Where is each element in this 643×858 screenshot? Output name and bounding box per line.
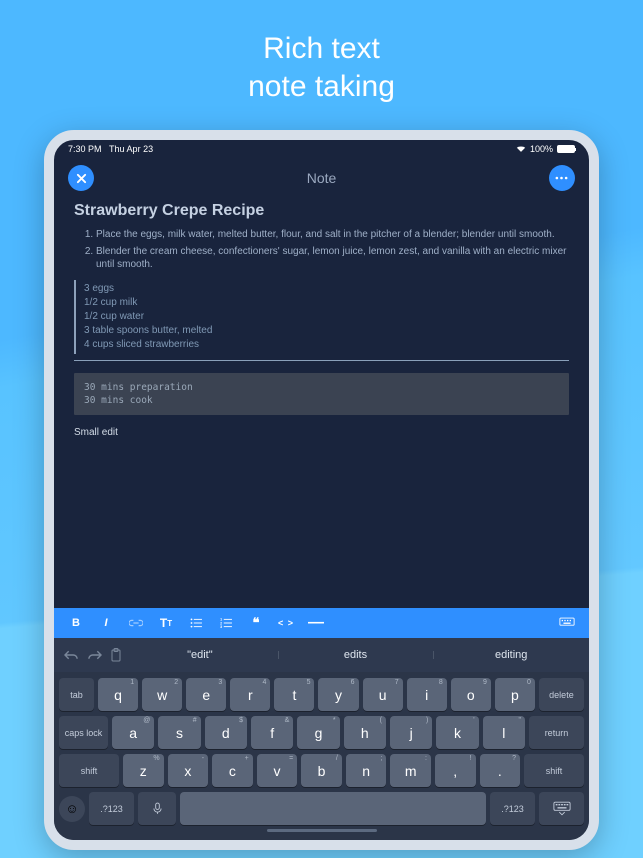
suggestion[interactable]: edits [278, 649, 434, 661]
code-button[interactable]: < > [272, 612, 300, 634]
capslock-key[interactable]: caps lock [59, 716, 108, 749]
link-icon [129, 619, 143, 627]
key-g[interactable]: *g [297, 716, 339, 749]
symbols-key[interactable]: .?123 [490, 792, 535, 825]
mic-key[interactable] [138, 792, 176, 825]
link-button[interactable] [122, 612, 150, 634]
suggestion[interactable]: editing [433, 649, 589, 661]
return-key[interactable]: return [529, 716, 584, 749]
dismiss-keyboard-button[interactable] [553, 612, 581, 634]
horizontal-rule [74, 360, 569, 361]
key-period[interactable]: ?. [480, 754, 521, 787]
key-n[interactable]: ;n [346, 754, 387, 787]
key-m[interactable]: :m [390, 754, 431, 787]
key-q[interactable]: 1q [98, 678, 138, 711]
format-toolbar: B I TT 123 ❝ < > — [54, 608, 589, 638]
key-v[interactable]: =v [257, 754, 298, 787]
ol-button[interactable]: 123 [212, 612, 240, 634]
emoji-button[interactable]: ☺ [59, 796, 85, 822]
battery-icon [557, 145, 575, 153]
undo-icon[interactable] [64, 649, 79, 661]
key-e[interactable]: 3e [186, 678, 226, 711]
keyboard: tab 1q 2w 3e 4r 5t 6y 7u 8i 9o 0p delete… [54, 672, 589, 840]
key-i[interactable]: 8i [407, 678, 447, 711]
page-title: Note [307, 170, 337, 186]
key-comma[interactable]: !, [435, 754, 476, 787]
ordered-list: Place the eggs, milk water, melted butte… [74, 228, 569, 272]
more-icon [555, 176, 568, 180]
list-item: Blender the cream cheese, confectioners'… [96, 245, 569, 272]
shift-key[interactable]: shift [524, 754, 584, 787]
redo-icon[interactable] [87, 649, 102, 661]
key-j[interactable]: )j [390, 716, 432, 749]
textsize-button[interactable]: TT [152, 612, 180, 634]
small-text: Small edit [74, 427, 569, 438]
quote-button[interactable]: ❝ [242, 612, 270, 634]
tab-key[interactable]: tab [59, 678, 94, 711]
tablet-frame: 7:30 PM Thu Apr 23 100% Note Strawberry … [44, 130, 599, 850]
navbar: Note [54, 158, 589, 198]
code-block: 30 mins preparation 30 mins cook [74, 373, 569, 416]
home-indicator [267, 829, 377, 832]
suggestion[interactable]: "edit" [122, 649, 278, 661]
key-s[interactable]: #s [158, 716, 200, 749]
keyboard-icon [559, 617, 575, 629]
key-h[interactable]: (h [344, 716, 386, 749]
key-r[interactable]: 4r [230, 678, 270, 711]
key-t[interactable]: 5t [274, 678, 314, 711]
note-title: Strawberry Crepe Recipe [74, 202, 569, 220]
key-w[interactable]: 2w [142, 678, 182, 711]
clipboard-icon[interactable] [110, 648, 122, 662]
key-b[interactable]: /b [301, 754, 342, 787]
hr-button[interactable]: — [302, 612, 330, 634]
hero-title: Rich textnote taking [0, 0, 643, 130]
hide-keyboard-key[interactable] [539, 792, 584, 825]
key-z[interactable]: %z [123, 754, 164, 787]
italic-button[interactable]: I [92, 612, 120, 634]
svg-text:3: 3 [220, 625, 222, 628]
more-button[interactable] [549, 165, 575, 191]
status-bar: 7:30 PM Thu Apr 23 100% [54, 140, 589, 158]
ul-icon [190, 618, 203, 628]
delete-key[interactable]: delete [539, 678, 584, 711]
predictive-bar: "edit" edits editing [54, 638, 589, 672]
symbols-key[interactable]: .?123 [89, 792, 134, 825]
key-k[interactable]: 'k [436, 716, 478, 749]
bold-button[interactable]: B [62, 612, 90, 634]
close-button[interactable] [68, 165, 94, 191]
list-item: Place the eggs, milk water, melted butte… [96, 228, 569, 242]
shift-key[interactable]: shift [59, 754, 119, 787]
ol-icon: 123 [220, 618, 233, 628]
key-u[interactable]: 7u [363, 678, 403, 711]
key-a[interactable]: @a [112, 716, 154, 749]
wifi-icon [516, 145, 526, 153]
key-c[interactable]: +c [212, 754, 253, 787]
key-p[interactable]: 0p [495, 678, 535, 711]
mic-icon [153, 802, 162, 815]
note-editor[interactable]: Strawberry Crepe Recipe Place the eggs, … [54, 198, 589, 608]
key-y[interactable]: 6y [318, 678, 358, 711]
key-l[interactable]: "l [483, 716, 525, 749]
close-icon [76, 173, 87, 184]
ul-button[interactable] [182, 612, 210, 634]
key-x[interactable]: -x [168, 754, 209, 787]
keyboard-down-icon [553, 801, 571, 816]
key-o[interactable]: 9o [451, 678, 491, 711]
space-key[interactable] [180, 792, 486, 825]
key-d[interactable]: $d [205, 716, 247, 749]
key-f[interactable]: &f [251, 716, 293, 749]
blockquote: 3 eggs 1/2 cup milk 1/2 cup water 3 tabl… [74, 280, 569, 354]
